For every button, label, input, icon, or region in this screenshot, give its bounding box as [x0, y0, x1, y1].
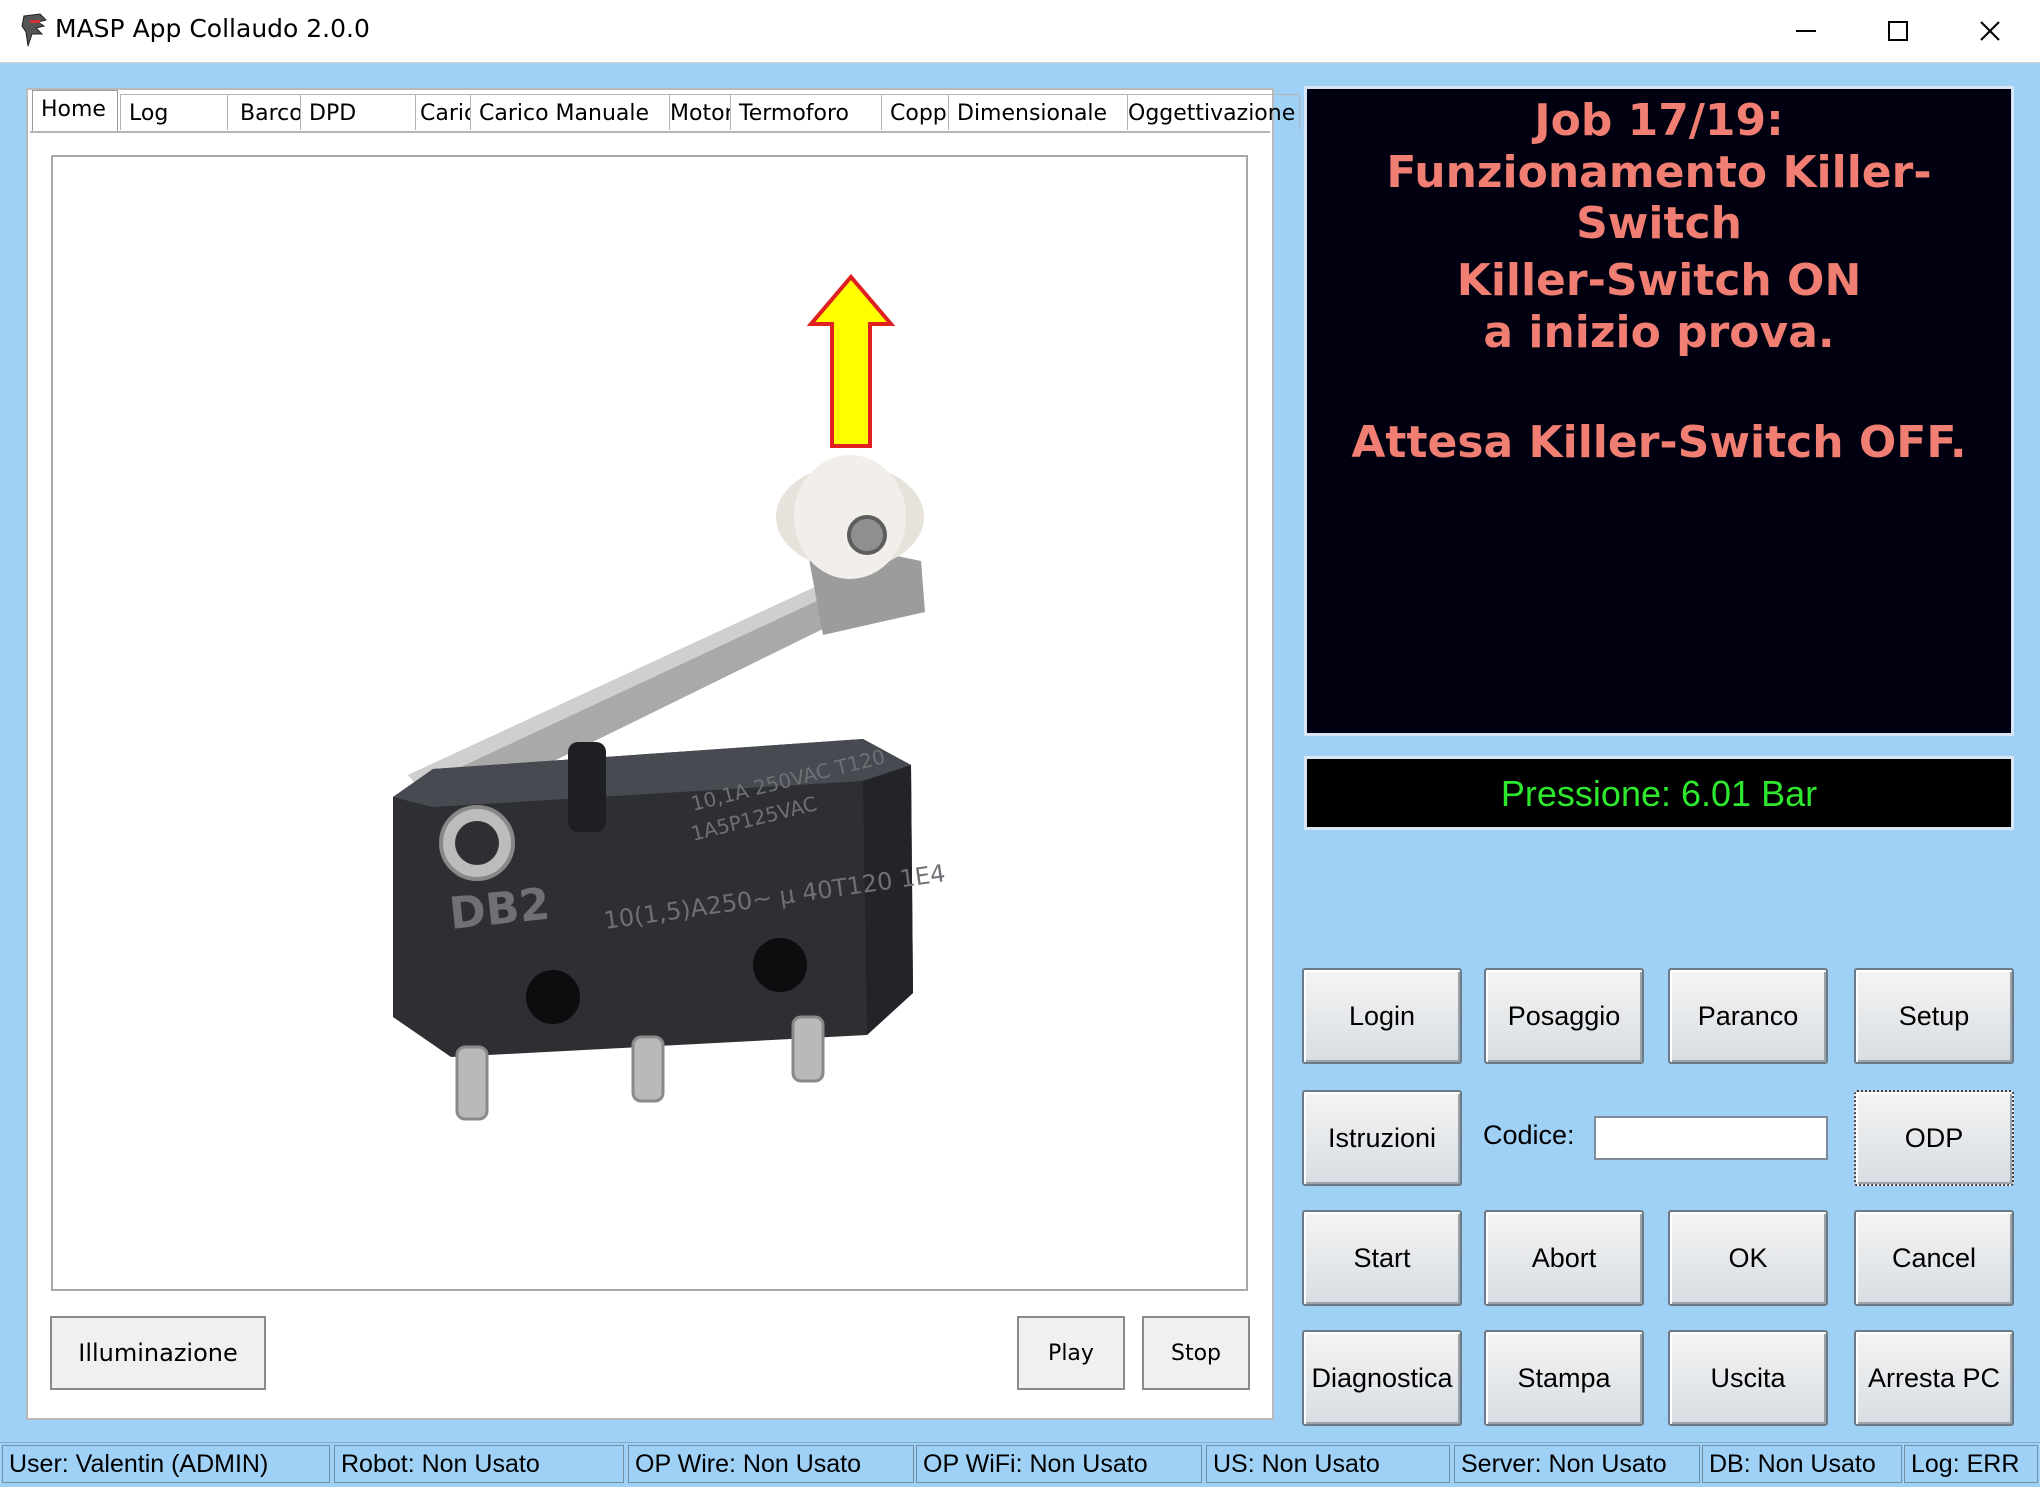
pressure-display: Pressione: 6.01 Bar: [1304, 756, 2014, 830]
pressure-value: Pressione: 6.01 Bar: [1500, 773, 1818, 814]
status-user: User: Valentin (ADMIN): [2, 1445, 330, 1483]
setup-button[interactable]: Setup: [1854, 968, 2014, 1064]
tab-oggettivazione[interactable]: Oggettivazione: [1092, 94, 1300, 130]
status-robot: Robot: Non Usato: [334, 1445, 624, 1483]
job-name: Funzionamento Killer-Switch: [1386, 147, 1932, 249]
up-arrow-icon: [806, 273, 896, 448]
maximize-button[interactable]: [1852, 0, 1944, 62]
status-db: DB: Non Usato: [1702, 1445, 1902, 1483]
status-server: Server: Non Usato: [1454, 1445, 1700, 1483]
maximize-icon: [1888, 21, 1908, 41]
job-message-line-1: Killer-Switch ON: [1456, 255, 1862, 306]
posaggio-button[interactable]: Posaggio: [1484, 968, 1644, 1064]
job-message-line-3: Attesa Killer-Switch OFF.: [1351, 417, 1967, 468]
diagnostica-button[interactable]: Diagnostica: [1302, 1330, 1462, 1426]
job-message-line-2: a inizio prova.: [1483, 307, 1835, 358]
tab-separator: [30, 131, 1270, 133]
status-us: US: Non Usato: [1206, 1445, 1450, 1483]
ok-button[interactable]: OK: [1668, 1210, 1828, 1306]
app-icon: [18, 12, 52, 48]
illuminazione-button[interactable]: Illuminazione: [50, 1316, 266, 1390]
status-op-wire: OP Wire: Non Usato: [628, 1445, 914, 1483]
image-frame: DB2 10,1A 250VAC T120 1A5P125VAC 10(1,5)…: [51, 155, 1248, 1291]
tab-home[interactable]: Home: [32, 90, 118, 132]
tab-strip: Home Log Barcode DPD Carico Carico Manua…: [30, 90, 1300, 132]
paranco-button[interactable]: Paranco: [1668, 968, 1828, 1064]
arresta-pc-button[interactable]: Arresta PC: [1854, 1330, 2014, 1426]
status-bar: User: Valentin (ADMIN) Robot: Non Usato …: [0, 1442, 2040, 1487]
close-button[interactable]: [1944, 0, 2036, 62]
play-button[interactable]: Play: [1017, 1316, 1125, 1390]
minimize-button[interactable]: [1760, 0, 1852, 62]
istruzioni-button[interactable]: Istruzioni: [1302, 1090, 1462, 1186]
codice-label: Codice:: [1483, 1120, 1575, 1150]
job-status-display: Job 17/19: Funzionamento Killer-Switch K…: [1304, 86, 2014, 736]
switch-model-marking: DB2: [447, 879, 552, 940]
login-button[interactable]: Login: [1302, 968, 1462, 1064]
abort-button[interactable]: Abort: [1484, 1210, 1644, 1306]
title-bar: MASP App Collaudo 2.0.0: [0, 0, 2040, 63]
status-op-wifi: OP WiFi: Non Usato: [916, 1445, 1202, 1483]
minimize-icon: [1796, 30, 1816, 32]
stop-button[interactable]: Stop: [1142, 1316, 1250, 1390]
start-button[interactable]: Start: [1302, 1210, 1462, 1306]
microswitch-image: DB2 10,1A 250VAC T120 1A5P125VAC 10(1,5)…: [393, 273, 947, 1121]
window-title: MASP App Collaudo 2.0.0: [55, 14, 370, 43]
cancel-button[interactable]: Cancel: [1854, 1210, 2014, 1306]
status-log: Log: ERR: [1904, 1445, 2038, 1483]
job-number: Job 17/19:: [1534, 95, 1784, 146]
codice-input[interactable]: [1594, 1116, 1828, 1160]
close-icon: [1980, 21, 2000, 41]
uscita-button[interactable]: Uscita: [1668, 1330, 1828, 1426]
stampa-button[interactable]: Stampa: [1484, 1330, 1644, 1426]
odp-button[interactable]: ODP: [1854, 1090, 2014, 1186]
